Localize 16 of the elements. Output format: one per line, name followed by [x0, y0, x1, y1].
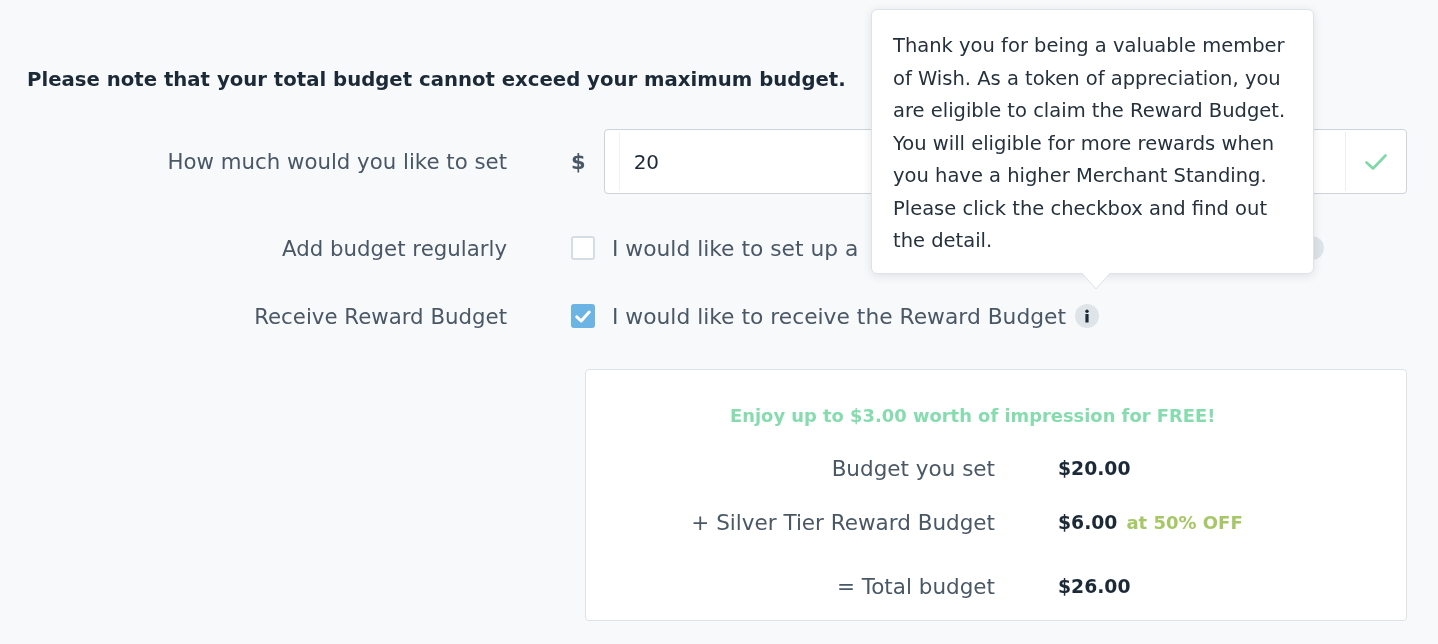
summary-amount: $20.00 — [1058, 457, 1131, 479]
summary-amount: $6.00 — [1058, 511, 1118, 533]
summary-amount: $26.00 — [1058, 575, 1131, 597]
field-label: Receive Reward Budget — [254, 303, 507, 329]
currency-symbol: $ — [571, 149, 586, 174]
notice-text: Please note that your total budget cannot exceed your maximum budget. — [27, 67, 846, 93]
promo-headline: Enjoy up to $3.00 worth of impression for FREE! — [730, 404, 1216, 428]
field-label: How much would you like to set — [167, 149, 507, 174]
summary-label: Budget you set — [831, 455, 995, 481]
summary-label: + Silver Tier Reward Budget — [691, 509, 995, 535]
discount-note: at 50% OFF — [1126, 511, 1243, 533]
checkbox-label: I would like to set up a — [612, 235, 859, 261]
field-label: Add budget regularly — [282, 235, 507, 261]
tooltip-text: Thank you for being a valuable member of Wish. As a token of appreciation, you are eligible to claim the Reward Budget. You will eligible for more rewards when you have a higher Merchant Standing. Please click the checkbox and find out the detail. — [893, 33, 1287, 254]
checkbox-label: I would like to receive the Reward Budget — [612, 303, 1067, 329]
summary-label: = Total budget — [836, 573, 995, 599]
